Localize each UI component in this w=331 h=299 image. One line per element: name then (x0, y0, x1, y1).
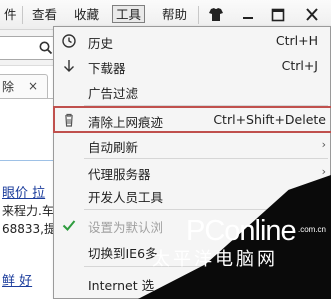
menu-item-label: 自动刷新 (88, 140, 139, 155)
menu-item-ad-filter[interactable]: 广告过滤 (54, 79, 330, 103)
watermark-brand: PConline (186, 215, 297, 247)
download-arrow-icon (60, 57, 78, 75)
highlight-frame (53, 106, 331, 133)
menu-view[interactable]: 查看 (32, 6, 57, 24)
menu-help[interactable]: 帮助 (162, 6, 187, 24)
menu-item-history[interactable]: 历史 Ctrl+H (54, 29, 330, 53)
menu-file-partial[interactable]: 件 (4, 6, 17, 24)
menu-item-downloads[interactable]: 下载器 Ctrl+J (54, 54, 330, 78)
pconline-watermark: PConline .com.cn 太平洋电脑网 (138, 175, 331, 299)
menu-separator (198, 6, 199, 24)
page-link[interactable]: 鲜 好 (2, 270, 32, 289)
tab-close-icon[interactable]: × (28, 79, 38, 93)
skin-shirt-icon[interactable] (204, 4, 228, 26)
watermark-tagline: 太平洋电脑网 (152, 249, 278, 270)
menu-item-shortcut: Ctrl+H (275, 33, 318, 48)
submenu-arrow-icon: › (321, 138, 326, 151)
watermark-domain: .com.cn (298, 225, 327, 234)
menu-tools[interactable]: 工具 (112, 5, 146, 23)
page-link[interactable]: 眼价 拉 (2, 182, 45, 201)
menu-item-auto-refresh[interactable]: 自动刷新 › (54, 133, 330, 157)
minimize-icon[interactable] (236, 4, 260, 26)
close-icon[interactable] (300, 4, 324, 26)
search-icon[interactable] (38, 40, 54, 59)
menu-item-shortcut: Ctrl+J (281, 58, 318, 73)
restore-icon[interactable] (266, 4, 290, 26)
menu-item-label: 下载器 (88, 61, 126, 76)
menu-favorites[interactable]: 收藏 (74, 6, 99, 24)
menu-separator (84, 158, 328, 159)
history-icon (60, 32, 78, 50)
menu-separator (22, 6, 23, 24)
menu-item-label: 广告过滤 (88, 86, 139, 101)
menu-item-label: 历史 (88, 36, 114, 51)
page-text: 来程力.车 (2, 204, 54, 218)
check-icon (60, 216, 78, 234)
page-text: 68833,提 (2, 222, 56, 236)
browser-tab-title: 除 (2, 80, 15, 94)
